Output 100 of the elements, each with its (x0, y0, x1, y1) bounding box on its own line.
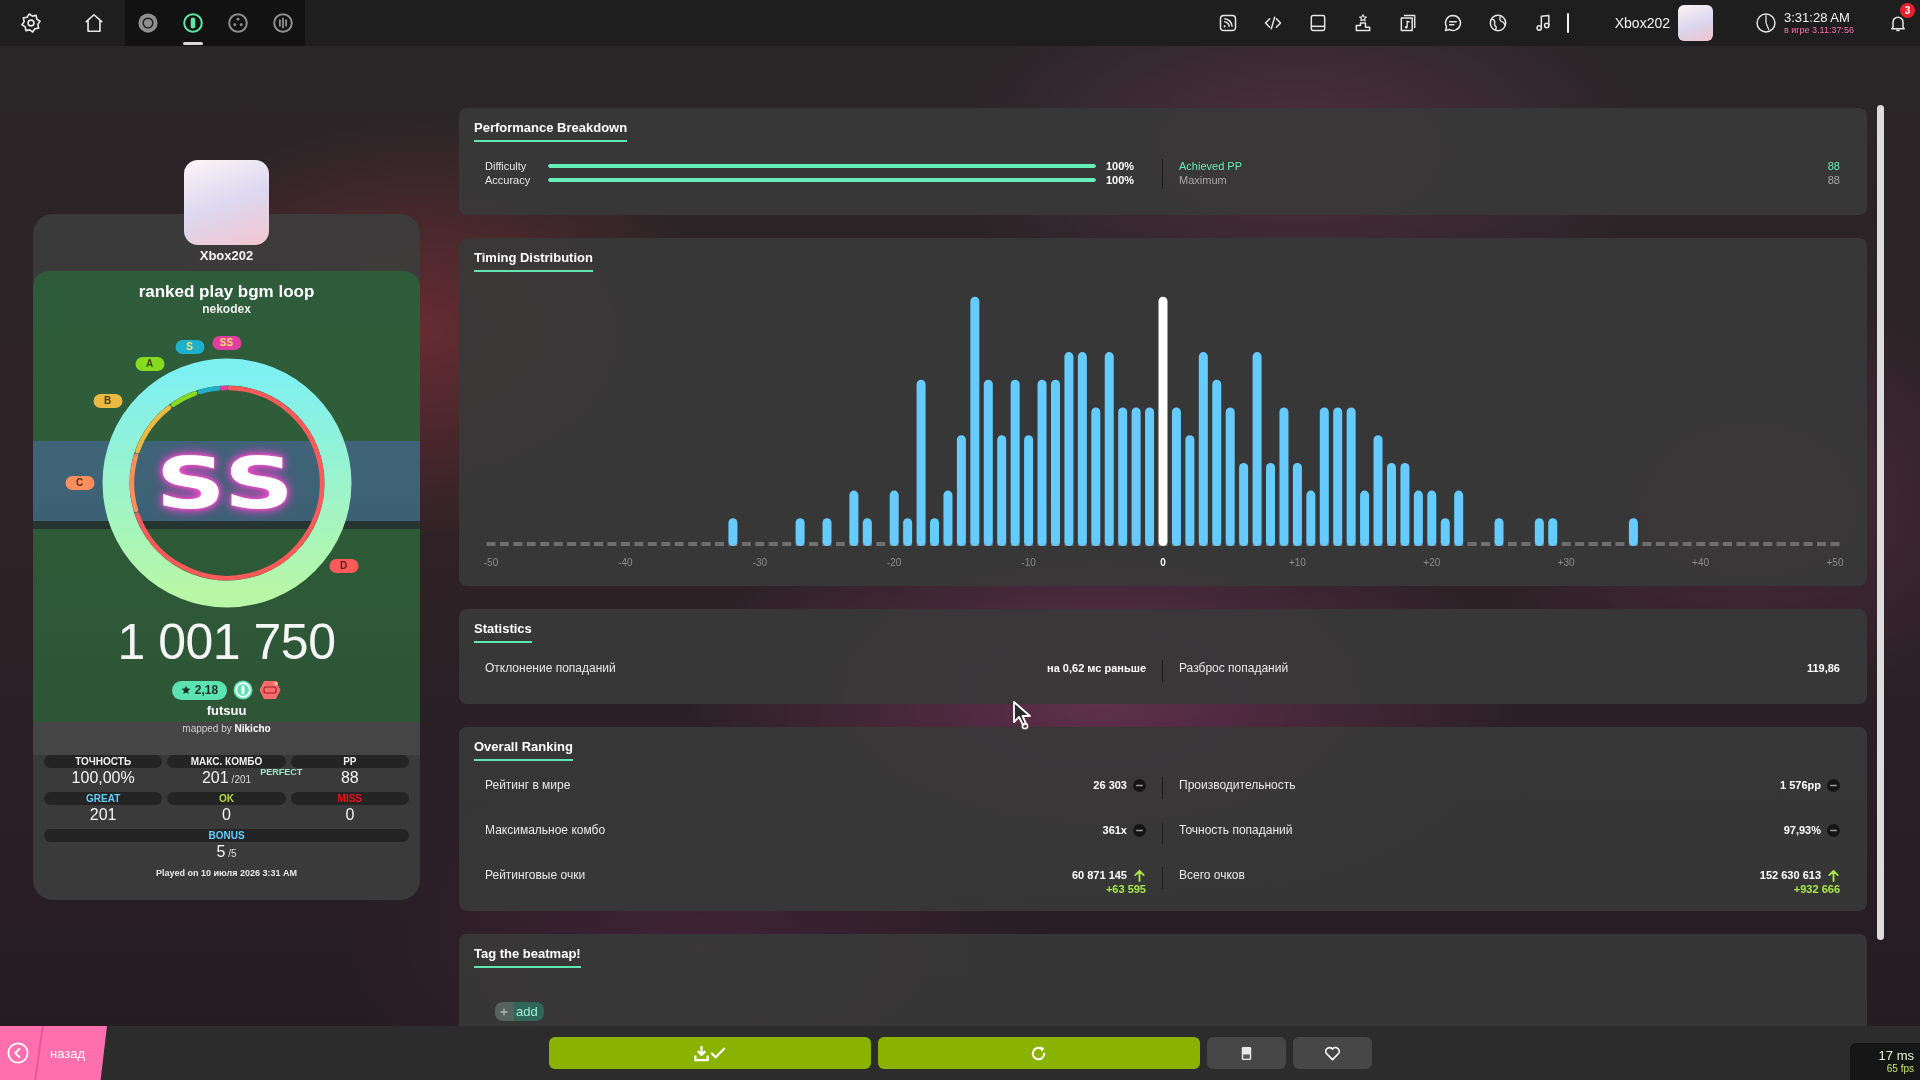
home-icon[interactable] (83, 12, 105, 34)
histogram-bar (822, 518, 832, 546)
hexagon-icon (259, 680, 282, 700)
scrollbar-thumb[interactable] (1877, 105, 1884, 940)
ranking-label: Точность попаданий (1179, 822, 1293, 838)
stat-value: 100,00% (71, 768, 135, 788)
stat-label: Разброс попаданий (1179, 660, 1289, 676)
axis-tick-label: +50 (1826, 557, 1844, 568)
pill-icon[interactable] (182, 12, 204, 34)
ranking-value: 97,93% (1783, 823, 1821, 838)
ranking-label: Максимальное комбо (485, 822, 606, 838)
pp-label: Achieved PP (1179, 159, 1242, 173)
axis-tick-label: 0 (1160, 557, 1166, 568)
ranking-value: 60 871 145 (1071, 868, 1127, 883)
vertical-bar-icon (1566, 13, 1569, 33)
ranking-change: +63 595 (1105, 883, 1146, 896)
histogram-bar (903, 518, 913, 546)
grade-label: SS (155, 455, 297, 511)
histogram-bar (862, 518, 872, 546)
stat-value: 201 (201, 768, 229, 788)
globe-icon[interactable] (1487, 13, 1508, 33)
axis-tick-label: +40 (1692, 557, 1710, 568)
combo-note: PERFECT (260, 766, 303, 778)
ranking-value: 152 630 613 (1759, 868, 1821, 883)
clock-time: 3:31:28 AM (1784, 11, 1851, 24)
ranking-label: Производительность (1179, 777, 1296, 793)
stat-value: на 0,62 мс раньше (1047, 661, 1146, 676)
settings-icon[interactable] (20, 12, 42, 34)
histogram-bar (1534, 518, 1544, 546)
histogram-bar (849, 490, 859, 546)
histogram-bar (1306, 490, 1316, 546)
played-date: Played on 10 июля 2026 3:31 AM (155, 868, 298, 878)
ranking-change: +932 666 (1793, 883, 1840, 896)
histogram-bar (728, 518, 738, 546)
frame-rate-reading: 65 fps (1886, 1063, 1914, 1075)
stat-label: PP (290, 755, 409, 768)
axis-tick-label: -10 (1021, 557, 1036, 568)
refresh-icon (1030, 1044, 1047, 1062)
heart-icon (1323, 1044, 1341, 1062)
session-time: в игре 3.11:37:56 (1784, 26, 1854, 35)
cursor-icon (1012, 700, 1034, 730)
plus-icon (499, 1006, 509, 1017)
panel-title: Statistics (474, 621, 532, 643)
axis-tick-label: +20 (1423, 557, 1441, 568)
download-check-icon (693, 1044, 726, 1062)
bar-reading: 100% (1105, 159, 1136, 173)
histogram-bar (889, 490, 899, 546)
ranking-value: 26 303 (1093, 778, 1127, 793)
grade-badge: S (175, 340, 204, 354)
judgement-count: 0 (345, 805, 355, 825)
ranking-value: 361x (1102, 823, 1127, 838)
stat-label: Отклонение попаданий (485, 660, 616, 676)
histogram-bar (1440, 518, 1450, 546)
stat-value: 119,86 (1806, 661, 1840, 676)
judgement-label: MISS (290, 792, 409, 805)
grade-badge: B (93, 394, 122, 408)
dots-icon[interactable] (227, 12, 249, 34)
grade-badge: SS (212, 336, 241, 350)
axis-tick-label: -30 (752, 557, 768, 568)
ranking-label: Рейтинговые очки (485, 867, 586, 883)
stat-label: МАКС. КОМБО (167, 755, 286, 768)
histogram-bar (930, 518, 939, 546)
axis-tick-label: -40 (618, 557, 633, 568)
histogram-bar (1427, 490, 1437, 546)
stat-max: /201 (231, 773, 252, 787)
difficulty-name: futsuu (206, 703, 247, 719)
judgement-count: 0 (222, 805, 231, 825)
judgement-label: OK (167, 792, 286, 805)
disc-icon[interactable] (137, 12, 159, 34)
pill-circle-icon (233, 680, 254, 700)
chat-icon[interactable] (1442, 13, 1463, 33)
latency-reading: 17 ms (1878, 1048, 1914, 1064)
document-button[interactable] (1206, 1037, 1286, 1069)
panel-title: Overall Ranking (474, 739, 573, 761)
ranking-value: 1 576pp (1780, 778, 1821, 793)
add-tag-button[interactable]: add (495, 1002, 544, 1021)
bar-label: Difficulty (485, 159, 528, 173)
histogram-bar (1494, 518, 1504, 546)
bars-icon[interactable] (272, 12, 294, 34)
code-icon[interactable] (1262, 13, 1283, 33)
bonus-max: /5 (228, 847, 237, 861)
user-name[interactable]: Xbox202 (1614, 15, 1670, 31)
histogram-bar (1454, 490, 1464, 546)
panel-title: Tag the beatmap! (474, 946, 581, 968)
rss-icon[interactable] (1217, 13, 1238, 33)
notification-count: 3 (1900, 3, 1915, 18)
avatar-image[interactable] (1678, 5, 1713, 41)
histogram-bar (1628, 518, 1638, 546)
favourite-button[interactable] (1292, 1037, 1372, 1069)
beatmap-artist: nekodex (202, 302, 251, 316)
axis-tick-label: +10 (1288, 557, 1306, 568)
difficulty-value: 2,18 (171, 680, 228, 700)
pp-value: 88 (1827, 159, 1840, 173)
pp-value: 88 (1827, 173, 1840, 187)
ranking-label: Всего очков (1179, 867, 1245, 883)
bar-label: Accuracy (485, 173, 532, 187)
ranking-label: Рейтинг в мире (485, 777, 571, 793)
total-score: 1 001 750 (117, 613, 336, 672)
axis-tick-label: -20 (886, 557, 902, 568)
stat-label: ТОЧНОСТЬ (44, 755, 163, 768)
